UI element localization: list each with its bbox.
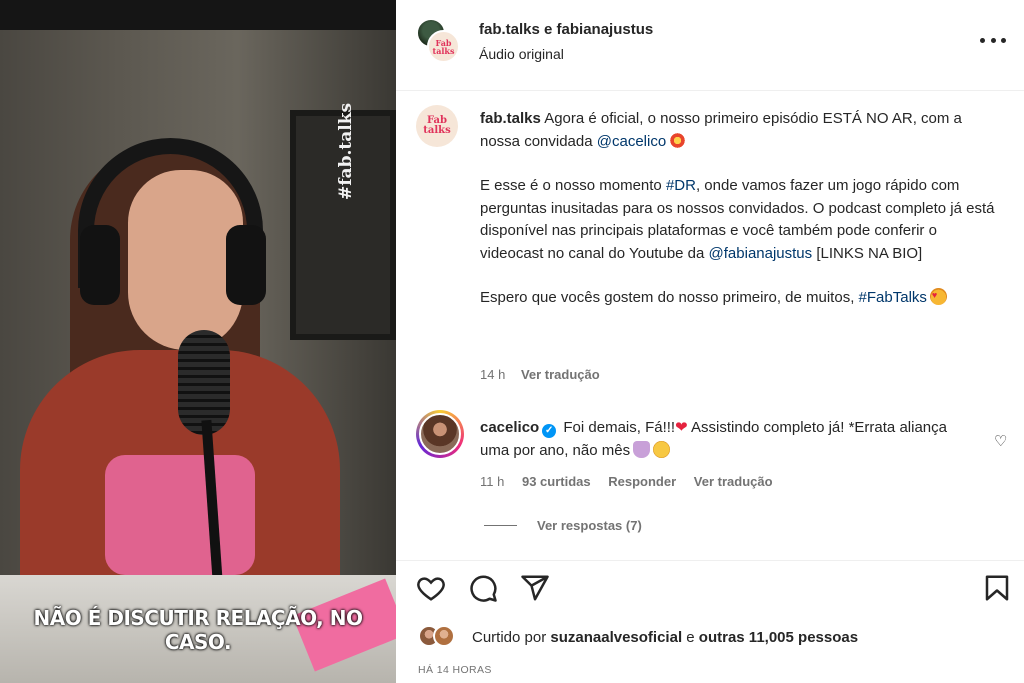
comment-meta: 11 h 93 curtidas Responder Ver tradução: [480, 474, 787, 489]
liker-username[interactable]: suzanaalvesoficial: [550, 629, 682, 646]
comment-likes[interactable]: 93 curtidas: [522, 474, 591, 489]
view-replies-label: Ver respostas (7): [537, 518, 642, 533]
fab-talks-logo: Fab talks: [432, 37, 455, 56]
caption-p3: Espero que vocês gostem do nosso primeir…: [480, 289, 855, 306]
caption-meta: 14 h Ver tradução: [480, 367, 612, 382]
headphone-right-cup: [226, 225, 266, 305]
video-hashtag-overlay: #fab.talks: [336, 102, 356, 200]
comment-avatar[interactable]: [416, 410, 464, 458]
post-actions: [396, 560, 1024, 620]
caption-avatar[interactable]: Fab talks: [416, 105, 458, 147]
original-audio-link[interactable]: Áudio original: [479, 46, 564, 62]
share-icon[interactable]: [520, 573, 550, 603]
liker-avatar: [433, 625, 455, 647]
caption-text: fab.talks Agora é oficial, o nosso prime…: [480, 108, 1000, 310]
laughing-emoji-icon: [653, 440, 671, 458]
hashtag-fabtalks[interactable]: #FabTalks: [859, 289, 927, 306]
comment-time: 11 h: [480, 474, 505, 489]
hashtag-dr[interactable]: #DR: [666, 177, 696, 194]
likes-summary[interactable]: Curtido por suzanaalvesoficial e outras …: [418, 625, 1018, 649]
posted-time: HÁ 14 HORAS: [418, 664, 492, 676]
bookmark-icon[interactable]: [982, 573, 1012, 603]
person-emoji-icon: [633, 440, 651, 458]
caption-p2-start: E esse é o nosso momento: [480, 177, 662, 194]
video-player[interactable]: #fab.talks NÃO É DISCUTIR RELAÇÃO, NO CA…: [0, 0, 396, 683]
video-top-bar: [0, 0, 396, 30]
verified-icon: ✓: [542, 424, 557, 438]
collision-emoji-icon: [669, 131, 687, 149]
caption-p2-end: [LINKS NA BIO]: [816, 244, 923, 262]
comment-reply-button[interactable]: Responder: [608, 474, 676, 489]
post-panel: Fab talks fab.talks e fabianajustus Áudio…: [396, 0, 1024, 683]
post-authors[interactable]: fab.talks e fabianajustus: [479, 21, 653, 38]
caption-line1: Agora é oficial, o nosso primeiro episód…: [480, 110, 962, 150]
fab-talks-logo: Fab talks: [423, 115, 451, 136]
replies-divider: [484, 525, 517, 526]
mention-fabianajustus[interactable]: @fabianajustus: [709, 245, 813, 262]
likes-text: Curtido por suzanaalvesoficial e outras …: [472, 629, 859, 646]
comment-text: cacelico ✓ Foi demais, Fá!!!❤ Assistindo …: [480, 417, 980, 462]
comment-username[interactable]: cacelico: [480, 419, 539, 436]
comment-icon[interactable]: [468, 573, 498, 603]
headphone-left-cup: [80, 225, 120, 305]
shirt-print: [105, 455, 255, 575]
caption-time: 14 h: [480, 367, 506, 382]
other-likers[interactable]: outras 11,005 pessoas: [699, 629, 858, 646]
comment-text-part1: Foi demais, Fá!!!: [563, 419, 676, 436]
caption-see-translation[interactable]: Ver tradução: [521, 367, 600, 382]
comment-see-translation[interactable]: Ver tradução: [694, 474, 773, 489]
view-replies-button[interactable]: Ver respostas (7): [484, 518, 642, 533]
comment-heart-icon[interactable]: ♡: [994, 432, 1007, 450]
avatar-fab-talks[interactable]: Fab talks: [427, 30, 460, 63]
red-heart-emoji-icon: ❤: [675, 419, 688, 436]
heart-icon[interactable]: [416, 573, 446, 603]
video-subtitle: NÃO É DISCUTIR RELAÇÃO, NO CASO.: [33, 606, 363, 654]
mention-cacelico[interactable]: @cacelico: [597, 133, 666, 150]
collab-avatars[interactable]: Fab talks: [416, 18, 460, 63]
microphone: [178, 330, 230, 435]
caption-username[interactable]: fab.talks: [480, 110, 541, 127]
smiling-hearts-emoji-icon: [929, 284, 947, 307]
post-header: Fab talks fab.talks e fabianajustus Áudio…: [396, 0, 1024, 91]
more-icon[interactable]: [980, 30, 1006, 50]
